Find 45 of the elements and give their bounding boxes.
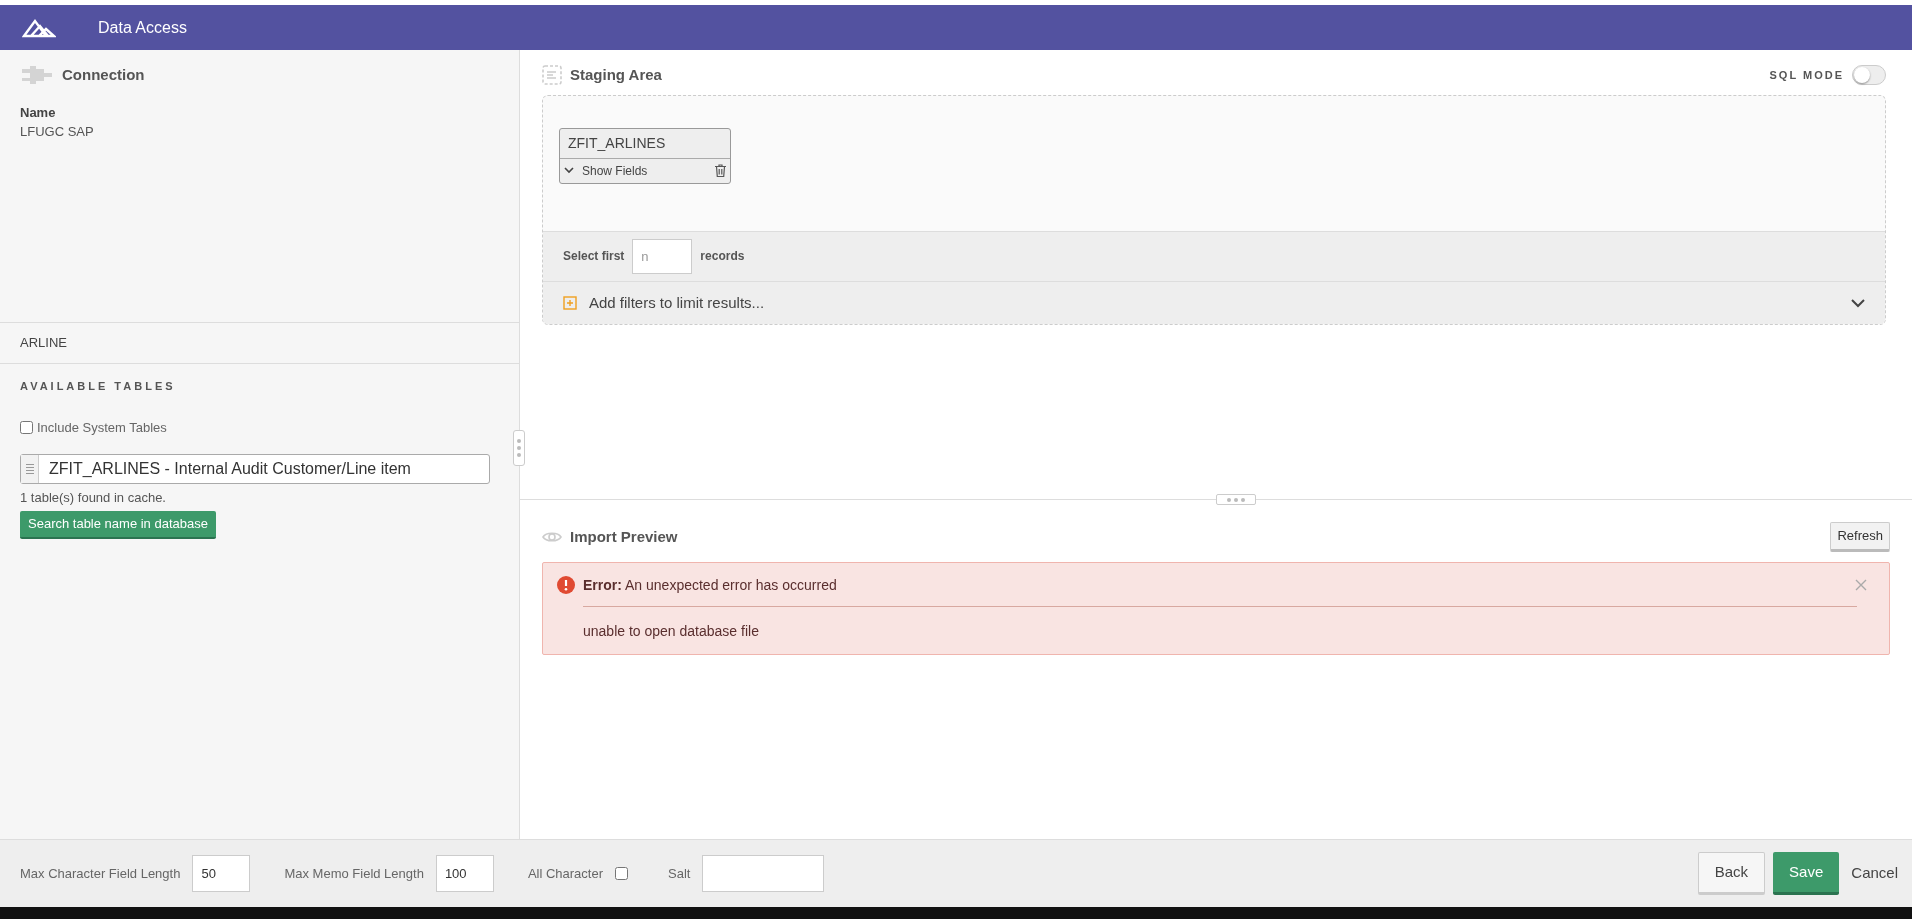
search-term: ARLINE <box>20 335 67 350</box>
back-button[interactable]: Back <box>1697 852 1766 895</box>
select-first-label: Select first <box>563 248 625 265</box>
show-fields-toggle[interactable]: Show Fields <box>564 161 709 180</box>
error-detail: unable to open database file <box>583 621 760 641</box>
section-title: Import Preview <box>570 526 678 547</box>
chevron-icon <box>564 167 574 174</box>
name-label: Name <box>20 103 57 122</box>
records-label: records <box>700 248 745 265</box>
checkbox[interactable] <box>615 867 628 880</box>
record-count-field[interactable]: n <box>632 238 693 274</box>
table-select[interactable]: ZFIT_ARLINES - Internal Audit Customer/Line item <box>20 453 490 484</box>
section-heading: AVAILABLE TABLES <box>20 378 177 394</box>
drag-handle-icon <box>25 462 34 475</box>
eye-icon <box>542 529 562 544</box>
include-system-checkbox[interactable] <box>20 421 33 435</box>
field-label: Max Memo Field Length <box>284 864 424 883</box>
plug-icon <box>20 64 54 87</box>
resize-handle[interactable] <box>1216 494 1256 505</box>
resize-handle[interactable] <box>513 430 525 466</box>
field-label: Salt <box>668 864 691 883</box>
error-message: Error: An unexpected error has occurred <box>583 575 838 595</box>
table-name: ZFIT_ARLINES <box>560 128 730 159</box>
section-title: Staging Area <box>570 65 662 85</box>
staging-icon <box>542 65 562 86</box>
app-title: Data Access <box>98 17 187 38</box>
filters-bar[interactable]: Add filters to limit results... <box>543 280 1885 324</box>
cache-status-text: 1 table(s) found in cache. <box>20 488 167 507</box>
text-field[interactable] <box>702 855 825 892</box>
error-icon <box>557 576 575 594</box>
text-field[interactable]: 50 <box>192 855 251 892</box>
section-title: Connection <box>62 65 145 85</box>
trash-icon[interactable] <box>715 164 726 177</box>
text-field[interactable]: 100 <box>435 855 494 892</box>
field-label: All Character <box>527 864 603 883</box>
plus-icon <box>563 295 577 310</box>
refresh-button[interactable]: Refresh <box>1830 522 1890 552</box>
checkbox-label: Include System Tables <box>37 419 167 437</box>
sql-mode-label: SQL MODE <box>1769 68 1844 83</box>
close-icon[interactable] <box>1855 579 1867 591</box>
cancel-button[interactable]: Cancel <box>1847 862 1902 885</box>
mountain-logo-icon <box>22 17 56 38</box>
field-label: Max Character Field Length <box>20 864 181 883</box>
connection-name: LFUGC SAP <box>20 123 95 141</box>
sql-mode-toggle[interactable] <box>1852 65 1886 86</box>
